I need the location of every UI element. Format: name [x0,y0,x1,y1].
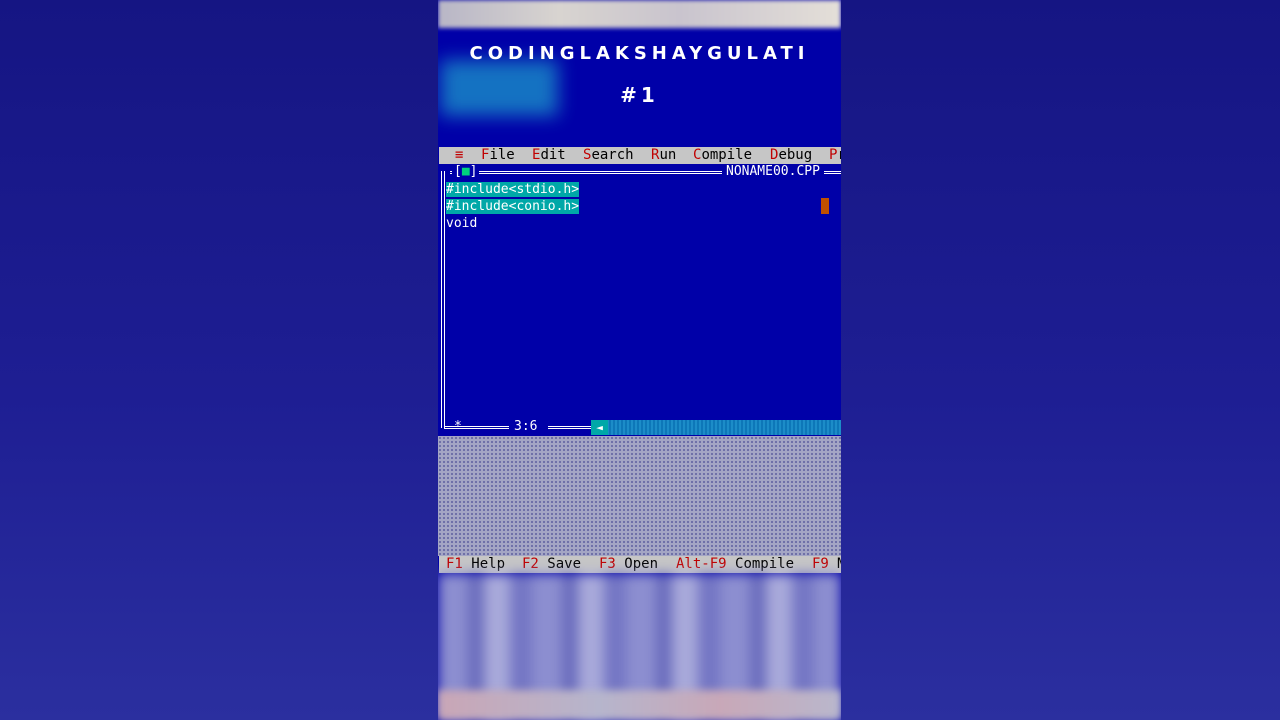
menu-run[interactable]: Run [651,147,676,164]
episode-number: #1 [620,83,659,107]
window-frame-left [441,171,445,428]
channel-name: CODINGLAKSHAYGULATI [469,43,810,64]
menu-search[interactable]: Search [583,147,634,164]
menu-bar: ≡ File Edit Search Run Compile Debug Pr [439,147,841,164]
right-blurred-background [841,0,1280,720]
window-frame-bottom-right [548,426,594,429]
status-bar: F1 Help F2 Save F3 Open Alt-F9 Compile F… [439,556,841,573]
text-cursor [821,198,829,214]
system-menu-icon[interactable]: ≡ [455,147,463,164]
scroll-left-icon[interactable]: ◄ [591,420,608,435]
status-compile[interactable]: Alt-F9 Compile [676,556,794,573]
cursor-position: 3:6 [514,419,538,434]
status-save[interactable]: F2 Save [522,556,581,573]
bottom-blurred-strip [438,690,841,720]
status-open[interactable]: F3 Open [599,556,658,573]
close-box-icon[interactable]: [■] [452,164,480,180]
menu-debug[interactable]: Debug [770,147,812,164]
window-title: NONAME00.CPP [722,164,824,180]
modified-indicator: * [454,419,462,434]
code-line-3[interactable]: void [446,215,477,232]
menu-project[interactable]: Pr [829,147,841,164]
menu-edit[interactable]: Edit [532,147,566,164]
code-line-1[interactable]: #include<stdio.h> [446,181,580,198]
video-frame: CODINGLAKSHAYGULATI #1 ≡ File Edit Searc… [438,0,841,720]
menu-file[interactable]: File [481,147,515,164]
horizontal-scrollbar[interactable] [591,420,841,435]
desktop-background [438,436,841,556]
left-blurred-background [0,0,438,720]
status-make[interactable]: F9 M [812,556,841,573]
code-line-2[interactable]: #include<conio.h> [446,198,580,215]
status-help[interactable]: F1 Help [446,556,505,573]
top-blurred-strip [438,0,841,28]
menu-compile[interactable]: Compile [693,147,752,164]
